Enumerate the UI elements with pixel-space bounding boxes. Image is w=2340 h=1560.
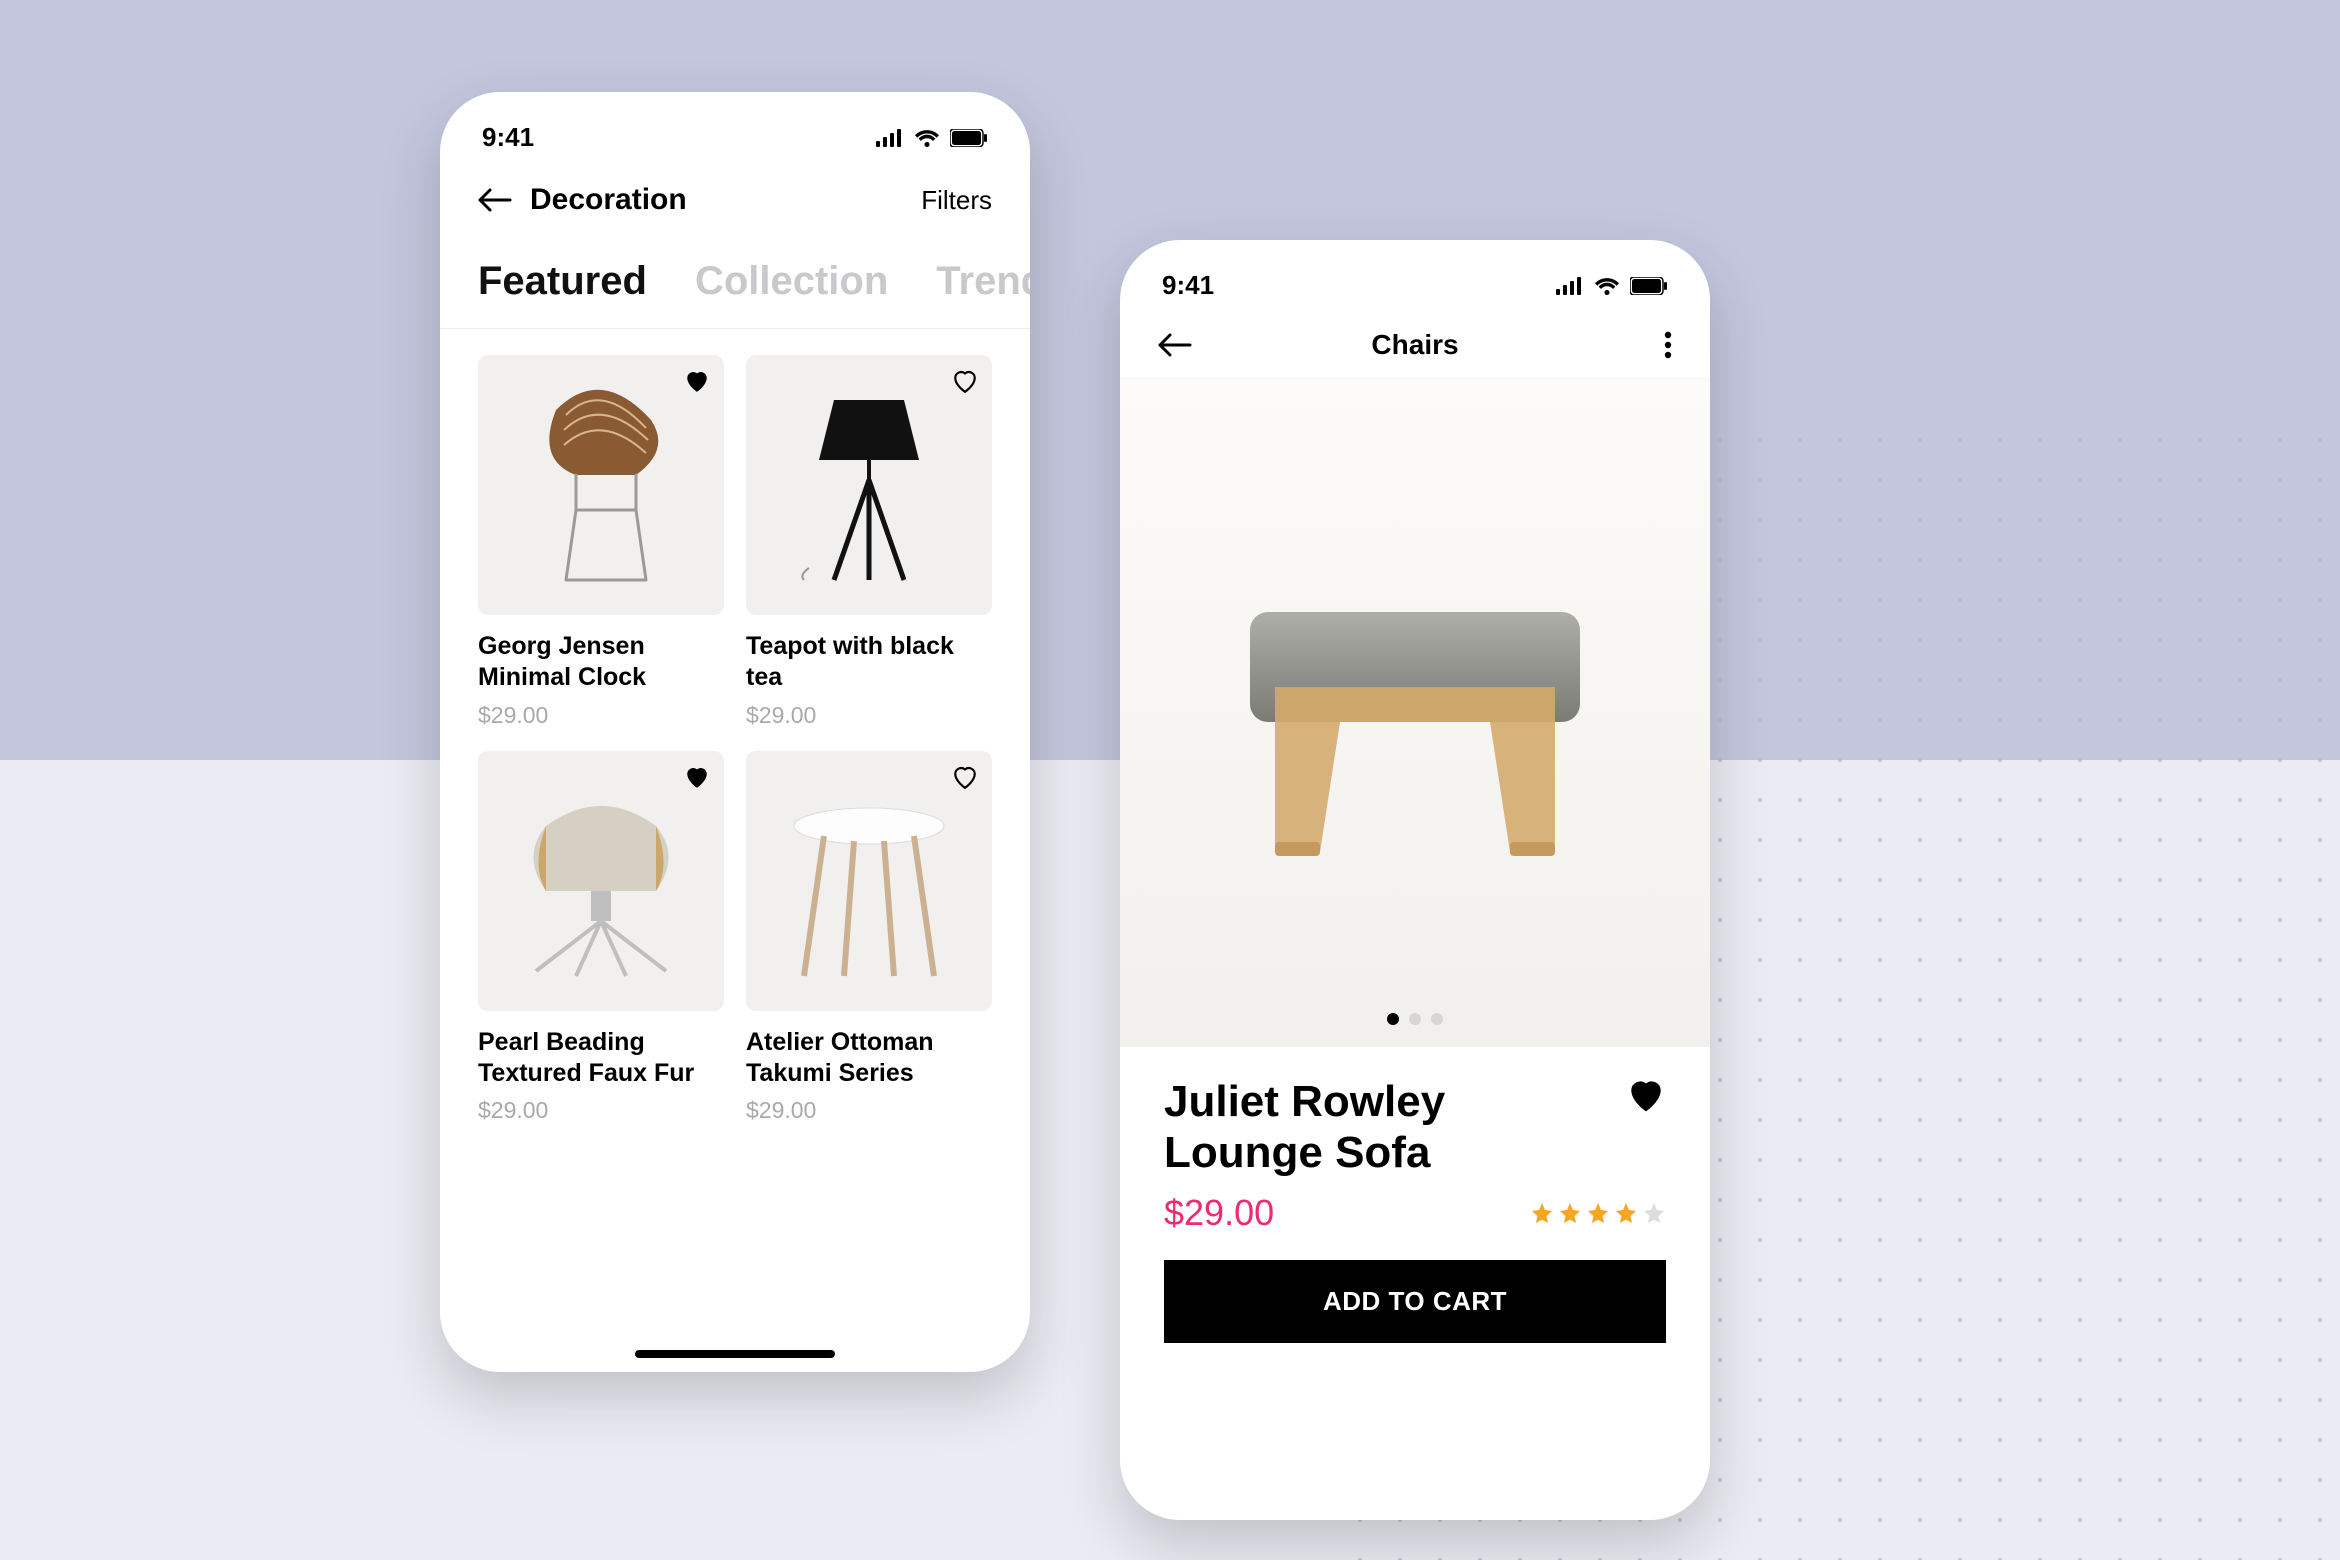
tab-trending[interactable]: Trending [936, 259, 1030, 304]
product-card[interactable]: Teapot with black tea $29.00 [746, 355, 992, 729]
heart-icon [684, 369, 710, 393]
rating-stars [1530, 1201, 1666, 1225]
nav-bar: Decoration Filters [440, 163, 1030, 235]
product-detail: Juliet Rowley Lounge Sofa $29.00 ADD TO … [1120, 1047, 1710, 1343]
status-icons [1556, 277, 1668, 295]
favorite-button[interactable] [684, 765, 710, 789]
favorite-button[interactable] [1626, 1077, 1666, 1113]
product-thumb [478, 751, 724, 1011]
product-card[interactable]: Georg Jensen Minimal Clock $29.00 [478, 355, 724, 729]
page-title: Chairs [1371, 329, 1458, 361]
heart-icon [1626, 1077, 1666, 1113]
star-icon [1558, 1201, 1582, 1225]
product-title: Teapot with black tea [746, 631, 992, 694]
pager-dot[interactable] [1387, 1013, 1399, 1025]
battery-icon [950, 129, 988, 147]
star-icon [1530, 1201, 1554, 1225]
product-price: $29.00 [746, 1097, 992, 1124]
star-icon [1586, 1201, 1610, 1225]
battery-icon [1630, 277, 1668, 295]
pager-dot[interactable] [1409, 1013, 1421, 1025]
status-time: 9:41 [482, 122, 534, 153]
status-icons [876, 129, 988, 147]
product-card[interactable]: Pearl Beading Textured Faux Fur $29.00 [478, 751, 724, 1125]
product-card[interactable]: Atelier Ottoman Takumi Series $29.00 [746, 751, 992, 1125]
lamp-illustration [794, 380, 944, 590]
tabs: Featured Collection Trending [440, 235, 1030, 329]
product-grid: Georg Jensen Minimal Clock $29.00 Teapot… [440, 329, 1030, 1144]
favorite-button[interactable] [684, 369, 710, 393]
wifi-icon [914, 129, 940, 147]
product-title: Georg Jensen Minimal Clock [478, 631, 724, 694]
product-thumb [478, 355, 724, 615]
product-price: $29.00 [1164, 1192, 1274, 1234]
status-time: 9:41 [1162, 270, 1214, 301]
image-pager [1387, 1013, 1443, 1025]
product-price: $29.00 [746, 702, 992, 729]
back-button[interactable] [1158, 333, 1192, 357]
star-outline-icon [1642, 1201, 1666, 1225]
more-button[interactable] [1664, 331, 1672, 359]
phone-listing: 9:41 Decoration Filters Featured Collect… [440, 92, 1030, 1372]
product-hero[interactable] [1120, 377, 1710, 1047]
nav-bar: Chairs [1120, 311, 1710, 377]
product-title: Pearl Beading Textured Faux Fur [478, 1027, 724, 1090]
filters-button[interactable]: Filters [921, 185, 992, 216]
home-indicator[interactable] [635, 1350, 835, 1358]
product-title: Juliet Rowley Lounge Sofa [1164, 1077, 1564, 1178]
arrow-left-icon [478, 188, 512, 212]
product-price: $29.00 [478, 1097, 724, 1124]
product-thumb [746, 355, 992, 615]
tab-collection[interactable]: Collection [695, 259, 888, 304]
favorite-button[interactable] [952, 765, 978, 789]
add-to-cart-button[interactable]: ADD TO CART [1164, 1260, 1666, 1343]
pager-dot[interactable] [1431, 1013, 1443, 1025]
status-bar: 9:41 [1120, 240, 1710, 311]
chair-illustration [506, 380, 696, 590]
product-thumb [746, 751, 992, 1011]
heart-outline-icon [952, 369, 978, 393]
product-price: $29.00 [478, 702, 724, 729]
heart-outline-icon [952, 765, 978, 789]
table-illustration [774, 776, 964, 986]
heart-icon [684, 765, 710, 789]
page-title: Decoration [530, 183, 687, 217]
arrow-left-icon [1158, 333, 1192, 357]
phone-detail: 9:41 Chairs [1120, 240, 1710, 1520]
product-title: Atelier Ottoman Takumi Series [746, 1027, 992, 1090]
wifi-icon [1594, 277, 1620, 295]
favorite-button[interactable] [952, 369, 978, 393]
tab-featured[interactable]: Featured [478, 259, 647, 304]
status-bar: 9:41 [440, 92, 1030, 163]
cellular-icon [876, 129, 904, 147]
more-vertical-icon [1664, 331, 1672, 359]
star-icon [1614, 1201, 1638, 1225]
ottoman-illustration [1180, 522, 1650, 902]
armchair-illustration [496, 776, 706, 986]
back-button[interactable] [478, 188, 512, 212]
cellular-icon [1556, 277, 1584, 295]
